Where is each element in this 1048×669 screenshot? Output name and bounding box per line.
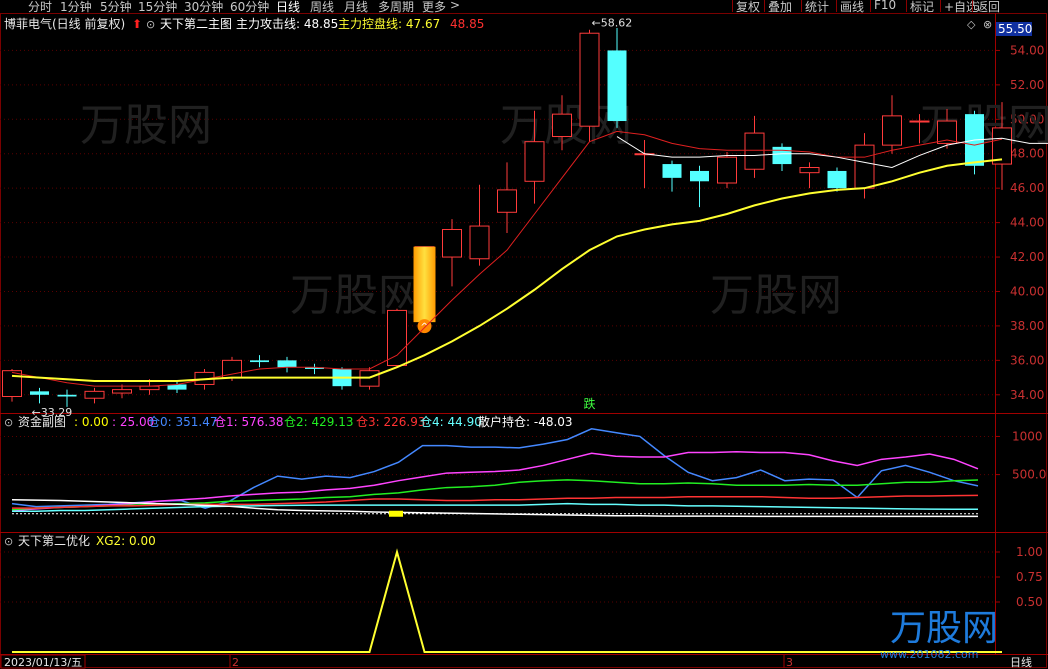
up-arrow-icon: ⬆ — [132, 17, 142, 31]
fund-item-5: 仓3: 226.93 — [356, 415, 425, 429]
candle-body — [690, 170, 709, 182]
opt-title: 天下第二优化 — [18, 534, 90, 548]
fund-item-4: 仓2: 429.13 — [284, 415, 353, 429]
indicator-name: 天下第二主图 — [160, 17, 232, 31]
price-tick-10: 34.00 — [1010, 388, 1044, 402]
price-box-label: 55.50 — [998, 22, 1032, 36]
diamond-icon: ◇ — [967, 18, 976, 31]
candle-body — [250, 360, 269, 363]
watermark-text: 万股网 — [80, 100, 212, 151]
candle-body — [139, 385, 160, 391]
gold-signal-bar — [413, 246, 436, 323]
candle-body — [662, 164, 682, 178]
price-tick-9: 36.00 — [1010, 353, 1044, 367]
candle-body — [772, 146, 792, 165]
candle-body — [469, 225, 490, 260]
indicator-toggle-icon: ⊙ — [146, 18, 155, 31]
extra-value-label: 48.85 — [450, 17, 484, 31]
axis-marker-0: 2 — [232, 656, 239, 669]
candle-body — [277, 360, 297, 368]
fund-item-2: 仓0: 351.47 — [148, 415, 217, 429]
candle-body — [112, 389, 132, 394]
fund-tick-1: 500.0 — [1012, 468, 1046, 482]
date-label: 2023/01/13/五 — [4, 656, 82, 669]
fund-yellow-marker — [389, 510, 403, 517]
fund-series-1 — [11, 450, 979, 512]
high-annotation: ←58.62 — [592, 16, 633, 29]
brand-url: www.201082.com — [880, 648, 978, 661]
price-tick-0: 54.00 — [1010, 43, 1044, 57]
brand-logo: 万股网 — [890, 608, 998, 649]
control-line-label: 主力控盘线: 47.67 — [338, 16, 440, 31]
attack-line-label: 主力攻击线: 48.85 — [236, 17, 338, 31]
price-tick-5: 44.00 — [1010, 216, 1044, 230]
candle-body — [57, 394, 77, 397]
candle-body — [2, 370, 22, 398]
candle-body — [30, 391, 49, 395]
candle-body — [84, 390, 105, 399]
candle-body — [497, 189, 517, 213]
candle-body — [579, 32, 600, 127]
price-tick-1: 52.00 — [1010, 78, 1044, 92]
close-panel-icon: ⊗ — [983, 18, 992, 31]
signal-label: 跌 — [583, 396, 595, 411]
opt-tick-1: 0.75 — [1016, 570, 1043, 584]
fund-toggle-icon: ⊙ — [4, 416, 13, 429]
fund-title: 资金副图 — [18, 414, 66, 429]
opt-tick-0: 1.00 — [1016, 545, 1043, 559]
fund-series-0 — [11, 428, 979, 509]
fund-item-3: 仓1: 576.38 — [214, 415, 283, 429]
opt-toggle-icon: ⊙ — [4, 535, 13, 548]
candle-body — [882, 115, 902, 146]
axis-marker-1: 3 — [786, 656, 793, 669]
xg2-label: XG2: 0.00 — [96, 534, 156, 548]
watermark-text: 万股网 — [710, 270, 842, 321]
candle-body — [854, 144, 875, 189]
candle-body — [992, 127, 1012, 165]
candle-body — [909, 120, 930, 123]
price-tick-6: 42.00 — [1010, 250, 1044, 264]
opt-tick-2: 0.50 — [1016, 595, 1043, 609]
candle-body — [717, 156, 737, 184]
candle-body — [387, 309, 407, 367]
period-label: 日线 — [1010, 655, 1032, 669]
candle-body — [799, 167, 820, 174]
fund-item-7: 散户持仓: -48.03 — [478, 414, 573, 429]
candle-body — [552, 113, 572, 138]
candle-body — [524, 141, 545, 182]
price-tick-7: 40.00 — [1010, 284, 1044, 298]
price-tick-8: 38.00 — [1010, 319, 1044, 333]
stock-title: 博菲电气(日线 前复权) — [4, 16, 125, 31]
chart-area: 54.0052.0050.0048.0046.0044.0042.0040.00… — [0, 13, 1048, 669]
candle-body — [607, 50, 627, 122]
fund-tick-0: 1000 — [1012, 429, 1043, 443]
candle-body — [744, 132, 765, 170]
candle-body — [442, 228, 462, 258]
price-tick-4: 46.00 — [1010, 181, 1044, 195]
candle-body — [827, 170, 847, 189]
fund-item-0: : 0.00 — [74, 415, 109, 429]
fund-item-6: 仓4: 44.90 — [420, 415, 482, 429]
